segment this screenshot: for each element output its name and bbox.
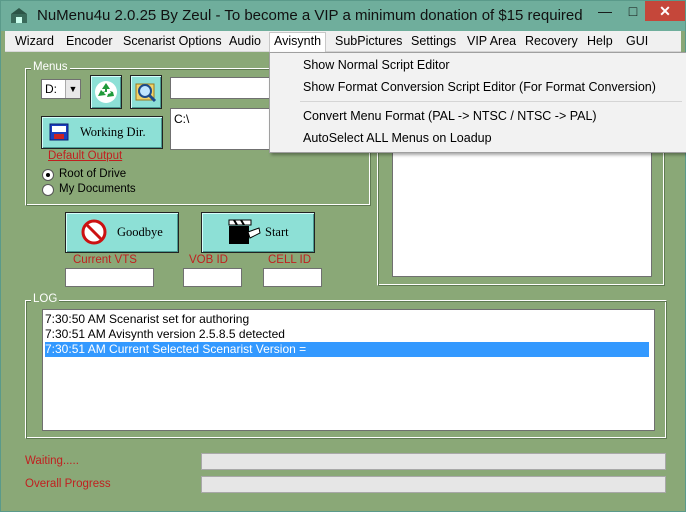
menu-audio[interactable]: Audio xyxy=(225,33,265,49)
menu-avisynth[interactable]: Avisynth xyxy=(269,32,327,52)
log-list[interactable]: 7:30:50 AM Scenarist set for authoring 7… xyxy=(42,309,655,431)
menu-encoder[interactable]: Encoder xyxy=(62,33,117,49)
goodbye-button[interactable]: Goodbye xyxy=(65,212,179,253)
vob-id-label: VOB ID xyxy=(189,254,228,266)
menu-recovery[interactable]: Recovery xyxy=(521,33,582,49)
vob-id-field[interactable] xyxy=(183,268,242,287)
log-line[interactable]: 7:30:51 AM Avisynth version 2.5.8.5 dete… xyxy=(45,327,649,342)
cell-id-field[interactable] xyxy=(263,268,322,287)
menu-item-normal-script-editor[interactable]: Show Normal Script Editor xyxy=(303,58,450,72)
overall-progress-bar xyxy=(201,476,666,493)
menu-bar: Wizard Encoder Scenarist Options Audio A… xyxy=(5,31,681,52)
no-entry-icon xyxy=(81,219,107,245)
log-group-label: LOG xyxy=(31,293,60,305)
chevron-down-icon[interactable]: ▼ xyxy=(65,80,80,98)
menus-group-label: Menus xyxy=(31,61,70,73)
radio-root-of-drive[interactable] xyxy=(42,169,54,181)
radio-docs-label: My Documents xyxy=(59,183,136,195)
drive-select-value: D: xyxy=(45,82,57,96)
waiting-progress-bar xyxy=(201,453,666,470)
menu-item-autoselect-all-menus[interactable]: AutoSelect ALL Menus on Loadup xyxy=(303,131,492,145)
start-button[interactable]: Start xyxy=(201,212,315,253)
cell-id-label: CELL ID xyxy=(268,254,312,266)
log-line-selected[interactable]: 7:30:51 AM Current Selected Scenarist Ve… xyxy=(45,342,649,357)
current-vts-label: Current VTS xyxy=(73,254,137,266)
close-button[interactable]: ✕ xyxy=(645,1,685,21)
radio-root-label: Root of Drive xyxy=(59,168,127,180)
menu-settings[interactable]: Settings xyxy=(407,33,460,49)
radio-selected-dot xyxy=(46,173,50,177)
clapper-hand-icon xyxy=(228,219,261,244)
menu-subpictures[interactable]: SubPictures xyxy=(331,33,406,49)
recycle-icon xyxy=(95,81,117,103)
menu-wizard[interactable]: Wizard xyxy=(11,33,58,49)
app-icon xyxy=(11,8,27,23)
browse-button[interactable] xyxy=(130,75,162,109)
main-window: NuMenu4u 2.0.25 By Zeul - To become a VI… xyxy=(0,0,686,512)
path-display-value: C:\ xyxy=(174,112,190,126)
log-line[interactable]: 7:30:50 AM Scenarist set for authoring xyxy=(45,312,649,327)
current-vts-field[interactable] xyxy=(65,268,154,287)
default-output-link[interactable]: Default Output xyxy=(48,150,122,162)
avisynth-dropdown-menu: Show Normal Script Editor Show Format Co… xyxy=(269,52,686,153)
menu-vip-area[interactable]: VIP Area xyxy=(463,33,520,49)
title-bar: NuMenu4u 2.0.25 By Zeul - To become a VI… xyxy=(1,1,685,31)
folder-icon xyxy=(49,123,69,141)
radio-my-documents[interactable] xyxy=(42,184,54,196)
menu-help[interactable]: Help xyxy=(583,33,617,49)
overall-progress-label: Overall Progress xyxy=(25,478,111,490)
menu-item-format-conversion-editor[interactable]: Show Format Conversion Script Editor (Fo… xyxy=(303,80,656,94)
drive-select[interactable]: D: ▼ xyxy=(41,79,81,99)
recycle-button[interactable] xyxy=(90,75,122,109)
menu-item-convert-menu-format[interactable]: Convert Menu Format (PAL -> NTSC / NTSC … xyxy=(303,109,597,123)
goodbye-label: Goodbye xyxy=(117,225,163,239)
menu-gui[interactable]: GUI xyxy=(622,33,652,49)
window-title: NuMenu4u 2.0.25 By Zeul - To become a VI… xyxy=(37,7,583,24)
working-dir-label: Working Dir. xyxy=(80,125,146,139)
start-label: Start xyxy=(265,225,289,239)
preview-list[interactable] xyxy=(392,151,652,277)
minimize-button[interactable]: — xyxy=(590,1,620,21)
working-dir-button[interactable]: Working Dir. xyxy=(41,116,163,149)
waiting-label: Waiting..... xyxy=(25,455,79,467)
menu-scenarist-options[interactable]: Scenarist Options xyxy=(119,33,226,49)
menu-separator xyxy=(300,101,682,102)
magnifier-icon xyxy=(135,83,157,103)
maximize-button[interactable]: □ xyxy=(620,1,646,21)
